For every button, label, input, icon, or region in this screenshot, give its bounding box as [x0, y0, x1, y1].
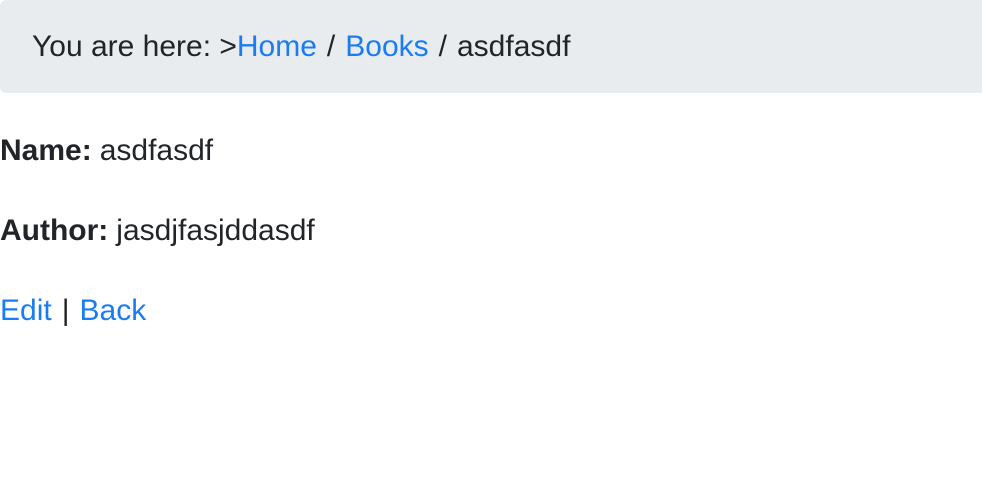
breadcrumb: You are here: > Home / Books / asdfasdf — [0, 0, 982, 93]
author-field: Author: jasdjfasjddasdf — [0, 216, 315, 246]
edit-link[interactable]: Edit — [0, 294, 52, 327]
breadcrumb-prefix: You are here: > — [32, 29, 237, 63]
actions-divider: | — [61, 294, 70, 327]
name-label: Name: — [0, 134, 92, 167]
breadcrumb-books-link[interactable]: Books — [345, 31, 428, 62]
breadcrumb-current: asdfasdf — [457, 29, 571, 63]
breadcrumb-separator: / — [326, 29, 336, 63]
back-link[interactable]: Back — [80, 294, 147, 327]
actions: Edit | Back — [0, 296, 146, 326]
name-value: asdfasdf — [99, 134, 214, 167]
author-value: jasdjfasjddasdf — [116, 214, 315, 247]
name-field: Name: asdfasdf — [0, 136, 213, 166]
author-label: Author: — [0, 214, 109, 247]
breadcrumb-home-link[interactable]: Home — [237, 31, 317, 62]
breadcrumb-separator: / — [438, 29, 447, 63]
